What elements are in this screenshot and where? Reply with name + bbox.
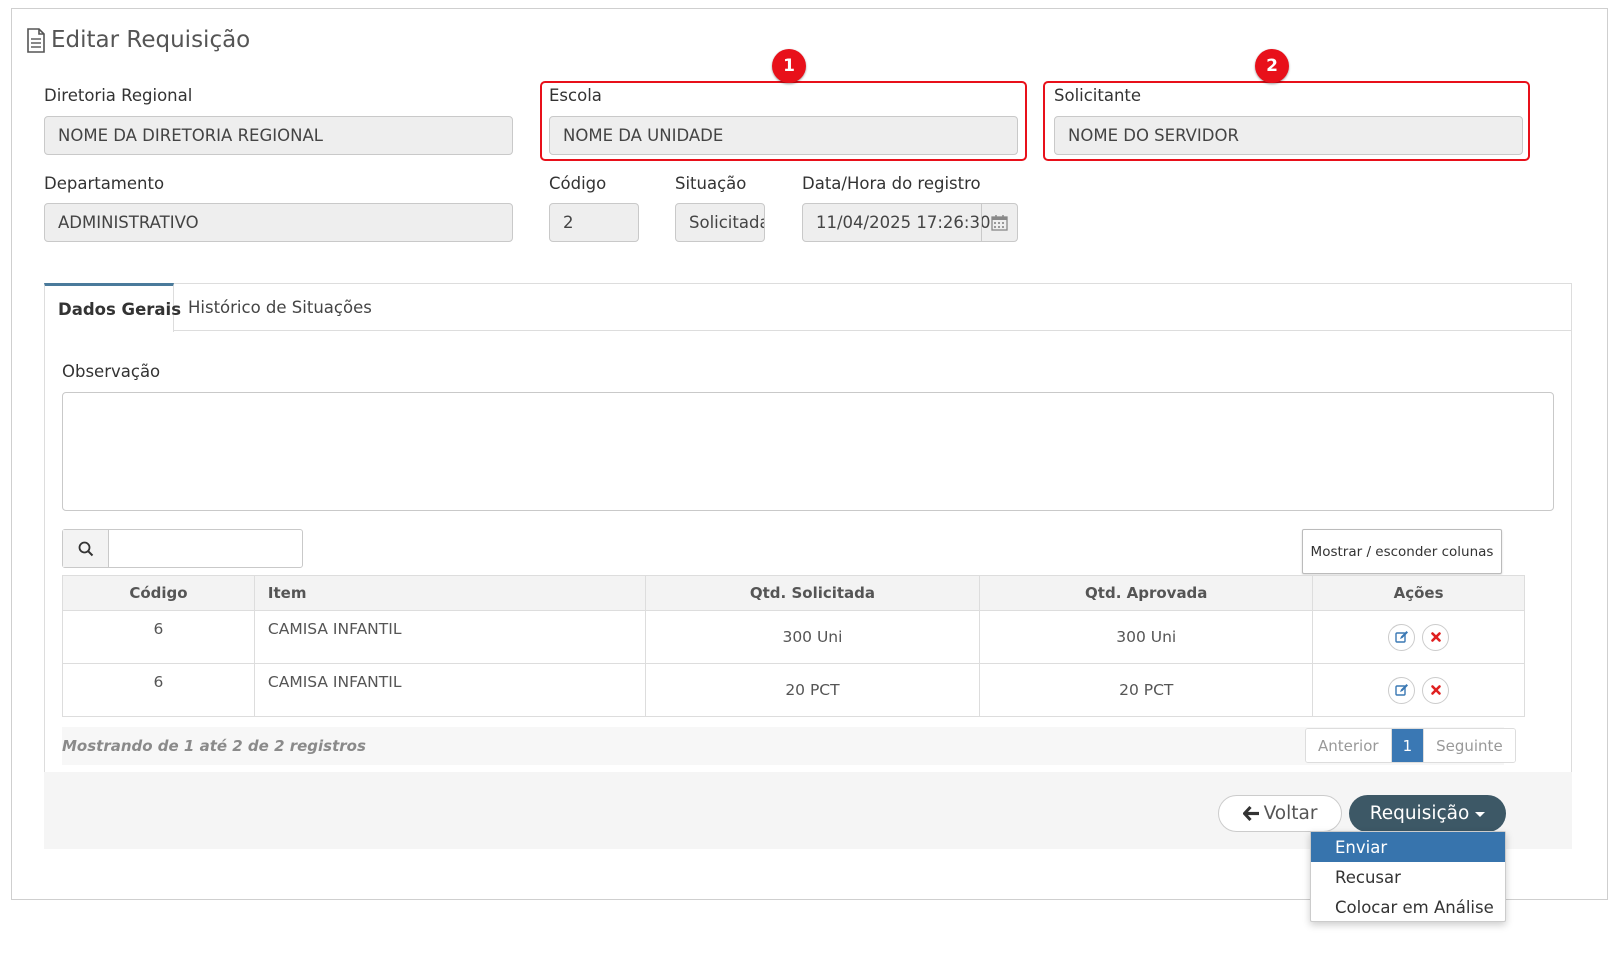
diretoria-label: Diretoria Regional (44, 86, 193, 105)
calendar-icon[interactable] (981, 204, 1017, 241)
cell-item: CAMISA INFANTIL (253, 663, 646, 717)
escola-field[interactable]: NOME DA UNIDADE (549, 116, 1018, 155)
search-input[interactable] (109, 530, 302, 567)
annotation-badge-1: 1 (772, 49, 806, 83)
observacao-label: Observação (62, 362, 161, 381)
menu-item-recusar[interactable]: Recusar (1311, 862, 1505, 892)
cell-qtd-aprovada: 20 PCT (979, 663, 1314, 717)
codigo-label: Código (549, 174, 607, 193)
data-registro-label: Data/Hora do registro (802, 174, 981, 193)
caret-down-icon (1475, 812, 1486, 817)
requisicao-label: Requisição (1369, 803, 1470, 824)
pagination-page-1[interactable]: 1 (1391, 729, 1424, 762)
solicitante-label: Solicitante (1054, 86, 1142, 105)
situacao-label: Situação (675, 174, 747, 193)
cell-item: CAMISA INFANTIL (253, 610, 646, 664)
cell-acoes (1312, 663, 1525, 717)
page-title: Editar Requisição (26, 27, 250, 53)
requisicao-dropdown-menu: Enviar Recusar Colocar em Análise (1310, 831, 1506, 922)
data-registro-field[interactable]: 11/04/2025 17:26:30 (802, 203, 1018, 242)
escola-label: Escola (549, 86, 602, 105)
voltar-button[interactable]: Voltar (1218, 795, 1342, 832)
diretoria-field[interactable]: NOME DA DIRETORIA REGIONAL (44, 116, 513, 155)
solicitante-field[interactable]: NOME DO SERVIDOR (1054, 116, 1523, 155)
data-registro-value: 11/04/2025 17:26:30 (816, 213, 991, 232)
cell-codigo: 6 (62, 610, 255, 664)
cell-acoes (1312, 610, 1525, 664)
toggle-columns-button[interactable]: Mostrar / esconder colunas (1302, 529, 1502, 574)
document-icon (27, 27, 45, 53)
voltar-label: Voltar (1263, 803, 1318, 824)
pagination-previous[interactable]: Anterior (1306, 729, 1392, 762)
pagination: Anterior 1 Seguinte (1305, 728, 1516, 763)
page-title-text: Editar Requisição (51, 27, 251, 53)
cell-qtd-solicitada: 20 PCT (644, 663, 981, 717)
observacao-textarea[interactable] (62, 392, 1554, 511)
column-header-item[interactable]: Item (253, 575, 646, 611)
cell-qtd-aprovada: 300 Uni (979, 610, 1314, 664)
items-table: Código Item Qtd. Solicitada Qtd. Aprovad… (62, 575, 1525, 717)
edit-icon[interactable] (1388, 676, 1416, 704)
codigo-field[interactable]: 2 (549, 203, 639, 242)
table-row: 6 CAMISA INFANTIL 20 PCT 20 PCT (62, 663, 1525, 717)
search-icon (63, 530, 109, 567)
arrow-left-icon (1242, 806, 1259, 821)
menu-item-colocar-em-analise[interactable]: Colocar em Análise (1311, 892, 1505, 922)
delete-icon[interactable] (1422, 676, 1450, 704)
column-header-codigo[interactable]: Código (62, 575, 255, 611)
table-row: 6 CAMISA INFANTIL 300 Uni 300 Uni (62, 610, 1525, 664)
cell-qtd-solicitada: 300 Uni (644, 610, 981, 664)
table-header-row: Código Item Qtd. Solicitada Qtd. Aprovad… (62, 575, 1525, 611)
departamento-field[interactable]: ADMINISTRATIVO (44, 203, 513, 242)
delete-icon[interactable] (1422, 623, 1450, 651)
edit-icon[interactable] (1388, 623, 1416, 651)
table-search (62, 529, 303, 568)
column-header-acoes: Ações (1312, 575, 1525, 611)
requisicao-dropdown-button[interactable]: Requisição (1349, 795, 1506, 832)
column-header-qtd-solicitada[interactable]: Qtd. Solicitada (644, 575, 981, 611)
tab-historico-situacoes[interactable]: Histórico de Situações (175, 283, 385, 331)
tab-dados-gerais[interactable]: Dados Gerais (44, 283, 181, 332)
column-header-qtd-aprovada[interactable]: Qtd. Aprovada (979, 575, 1314, 611)
departamento-label: Departamento (44, 174, 165, 193)
menu-item-enviar[interactable]: Enviar (1311, 832, 1505, 862)
pagination-next[interactable]: Seguinte (1423, 729, 1515, 762)
situacao-field[interactable]: Solicitada (675, 203, 765, 242)
cell-codigo: 6 (62, 663, 255, 717)
annotation-badge-2: 2 (1255, 49, 1289, 83)
table-info: Mostrando de 1 até 2 de 2 registros (62, 737, 366, 755)
